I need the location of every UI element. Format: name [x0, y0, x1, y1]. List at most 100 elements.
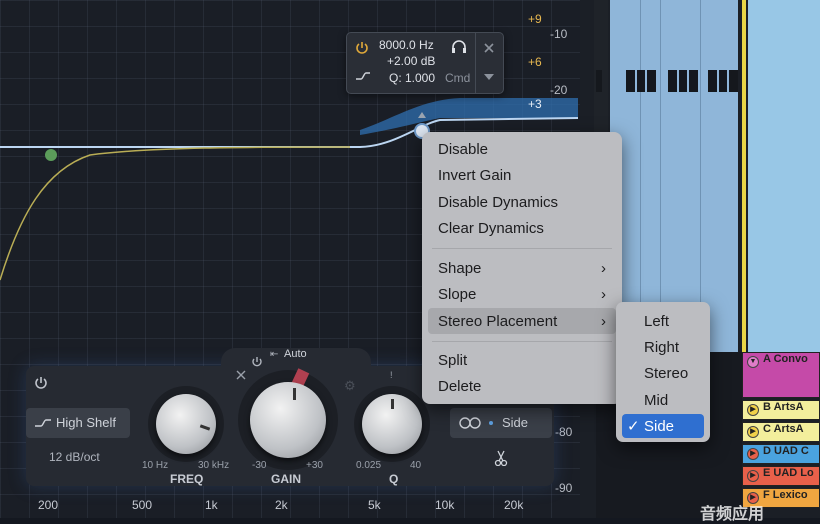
menu-item-split[interactable]: Split: [438, 352, 467, 369]
track-name: B ArtsA: [763, 401, 804, 413]
db-label: +9: [528, 12, 542, 26]
region-lane[interactable]: [748, 0, 820, 352]
submenu-item-stereo[interactable]: Stereo: [644, 365, 688, 382]
menu-item-delete[interactable]: Delete: [438, 378, 481, 395]
menu-separator: [432, 341, 612, 342]
shelf-shape-icon: [35, 419, 51, 427]
close-icon[interactable]: [236, 370, 246, 380]
gain-knob[interactable]: [250, 382, 326, 458]
modifier-key: Cmd: [445, 71, 471, 85]
q-max: 40: [410, 460, 422, 471]
freq-axis-label: 500: [132, 498, 153, 512]
power-icon[interactable]: [251, 356, 263, 368]
db-label: -90: [555, 481, 573, 495]
playhead-line: [742, 0, 746, 352]
scissors-icon[interactable]: [494, 450, 508, 466]
shelf-shape-icon: [356, 72, 370, 80]
freq-axis-label: 200: [38, 498, 59, 512]
db-label: -20: [550, 83, 568, 97]
menu-separator: [432, 248, 612, 249]
play-icon[interactable]: ▶: [747, 426, 759, 438]
track-c[interactable]: ▶ C ArtsA: [742, 422, 820, 442]
submenu-item-side[interactable]: ✓ Side: [622, 414, 704, 438]
submenu-item-left[interactable]: Left: [644, 313, 669, 330]
menu-item-disable[interactable]: Disable: [438, 141, 488, 158]
menu-item-shape[interactable]: Shape: [438, 260, 481, 277]
headphones-icon[interactable]: [451, 40, 467, 54]
q-knob[interactable]: [362, 394, 422, 454]
status-dot: [489, 421, 493, 425]
freq-axis-label: 5k: [368, 498, 381, 512]
db-label: +3: [528, 97, 542, 111]
play-icon[interactable]: ▶: [747, 404, 759, 416]
db-label: -80: [555, 425, 573, 439]
close-icon[interactable]: [483, 42, 495, 54]
track-name: E UAD Lo: [763, 467, 814, 479]
track-b[interactable]: ▶ B ArtsA: [742, 400, 820, 420]
menu-item-slope[interactable]: Slope: [438, 286, 476, 303]
chevron-right-icon: ›: [601, 260, 606, 277]
menu-item-disable-dynamics[interactable]: Disable Dynamics: [438, 194, 558, 211]
power-icon[interactable]: [355, 41, 369, 55]
band-frequency: 8000.0 Hz: [379, 38, 434, 52]
freq-label: FREQ: [170, 472, 204, 486]
track-name: F Lexico: [763, 489, 808, 501]
menu-item-clear-dynamics[interactable]: Clear Dynamics: [438, 220, 544, 237]
checkmark-icon: ✓: [627, 418, 640, 435]
play-icon[interactable]: ▶: [747, 470, 759, 482]
gain-min: -30: [252, 460, 267, 471]
freq-max: 30 kHz: [198, 460, 230, 471]
track-a[interactable]: ▼ A Convo: [742, 352, 820, 398]
play-icon[interactable]: ▶: [747, 448, 759, 460]
stereo-placement-button[interactable]: Side: [450, 408, 552, 438]
slope-label[interactable]: 12 dB/oct: [49, 450, 100, 464]
gain-max: +30: [306, 460, 323, 471]
db-label: -10: [550, 27, 568, 41]
region-lane[interactable]: [610, 0, 738, 352]
band-node-arrow: [418, 112, 426, 118]
menu-item-stereo-placement[interactable]: Stereo Placement: [438, 313, 557, 330]
power-icon[interactable]: [34, 376, 48, 390]
band-node-lowcut[interactable]: [45, 149, 57, 161]
menu-item-invert-gain[interactable]: Invert Gain: [438, 167, 511, 184]
track-name: D UAD C: [763, 445, 809, 457]
divider: [660, 0, 661, 352]
q-min: 0.025: [356, 460, 382, 471]
freq-axis-label: 20k: [504, 498, 524, 512]
q-label: Q: [389, 472, 399, 486]
divider: [700, 0, 701, 352]
auto-label[interactable]: Auto: [284, 348, 307, 360]
freq-axis-label: 10k: [435, 498, 455, 512]
audio-blocks: [596, 70, 738, 92]
shape-label: High Shelf: [56, 415, 116, 430]
band-gain: +2.00 dB: [387, 54, 436, 68]
stereo-mode-label: Side: [502, 415, 529, 430]
watermark: 音频应用: [700, 506, 765, 523]
submenu-item-right[interactable]: Right: [644, 339, 679, 356]
gear-icon[interactable]: ⚙: [344, 378, 356, 394]
lowcut-curve: [0, 146, 351, 281]
freq-axis-label: 1k: [205, 498, 218, 512]
auto-icon[interactable]: ⇤: [270, 349, 278, 360]
chevron-right-icon: ›: [601, 313, 606, 330]
db-label: +6: [528, 55, 542, 69]
stereo-placement-submenu: Left Right Stereo Mid ✓ Side: [616, 302, 710, 442]
submenu-item-mid[interactable]: Mid: [644, 392, 668, 409]
q-center-tick: !: [390, 370, 393, 380]
chevron-right-icon: ›: [601, 286, 606, 303]
band-q: Q: 1.000: [389, 71, 436, 85]
band-context-menu: Disable Invert Gain Disable Dynamics Cle…: [422, 132, 622, 404]
chevron-down-icon[interactable]: [483, 73, 495, 81]
band-tooltip: 8000.0 Hz +2.00 dB Q: 1.000 Cmd: [346, 32, 504, 94]
track-name: A Convo: [763, 353, 808, 365]
play-icon[interactable]: ▼: [747, 356, 759, 368]
gain-label: GAIN: [271, 472, 301, 486]
track-d[interactable]: ▶ D UAD C: [742, 444, 820, 464]
freq-min: 10 Hz: [142, 460, 169, 471]
track-e[interactable]: ▶ E UAD Lo: [742, 466, 820, 486]
track-name: C ArtsA: [763, 423, 804, 435]
freq-knob[interactable]: [156, 394, 216, 454]
shape-selector-button[interactable]: High Shelf: [26, 408, 130, 438]
submenu-item-label: Side: [644, 418, 675, 435]
divider: [640, 0, 641, 352]
